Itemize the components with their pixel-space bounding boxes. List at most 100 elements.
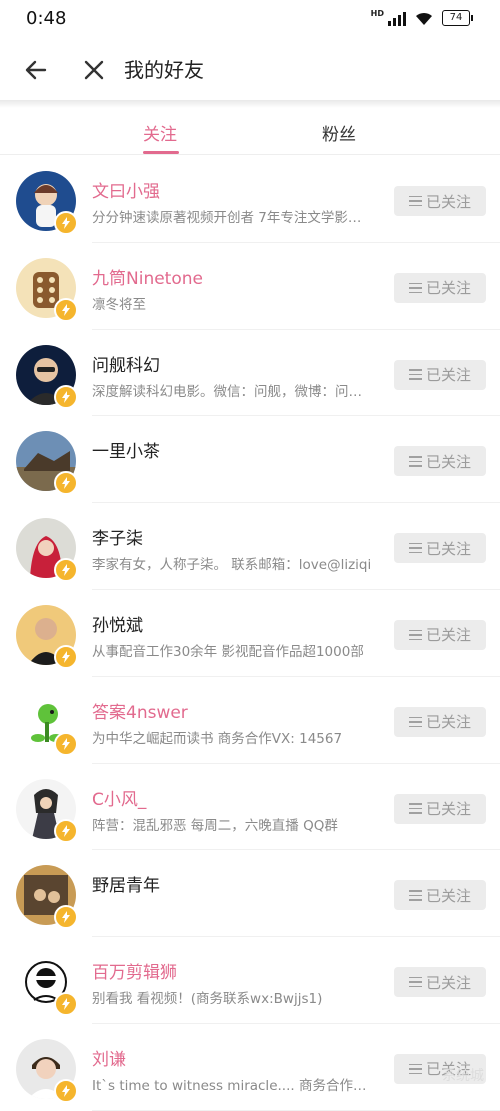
user-name[interactable]: 野居青年 bbox=[92, 871, 160, 896]
user-description: 李家有女，人称子柒。 联系邮箱：love@liziqi bbox=[92, 557, 372, 574]
page-title: 我的好友 bbox=[124, 58, 204, 82]
followed-button[interactable]: 已关注 bbox=[394, 706, 486, 737]
followed-button-label: 已关注 bbox=[425, 279, 471, 298]
close-button[interactable] bbox=[80, 54, 108, 86]
user-name[interactable]: 文曰小强 bbox=[92, 177, 160, 202]
menu-icon bbox=[408, 629, 422, 641]
user-row[interactable]: 文曰小强分分钟速读原著视频开创者 7年专注文学影视解读 已关注 bbox=[0, 156, 500, 243]
menu-icon bbox=[408, 369, 422, 380]
lightning-icon bbox=[62, 477, 70, 490]
status-bar: 0:48 HD 74 bbox=[0, 0, 500, 38]
user-row[interactable]: 李子柒李家有女，人称子柒。 联系邮箱：love@liziqi 已关注 bbox=[0, 503, 500, 590]
tab-bar: 关注 粉丝 bbox=[0, 108, 500, 154]
menu-icon bbox=[408, 716, 422, 728]
user-row[interactable]: 孙悦斌从事配音工作30余年 影视配音作品超1000部 已关注 bbox=[0, 590, 500, 677]
back-button[interactable] bbox=[20, 54, 52, 86]
user-name[interactable]: 九筒Ninetone bbox=[92, 264, 203, 289]
status-time: 0:48 bbox=[26, 8, 67, 29]
followed-button[interactable]: 已关注 bbox=[394, 967, 486, 998]
avatar[interactable] bbox=[16, 1038, 78, 1103]
avatar[interactable] bbox=[16, 691, 78, 756]
menu-icon bbox=[408, 456, 422, 467]
followed-button[interactable]: 已关注 bbox=[394, 359, 486, 390]
lightning-icon bbox=[62, 911, 70, 924]
user-row[interactable]: C小风_ 阵营：混乱邪恶 每周二，六晚直播 QQ群 已关注 bbox=[0, 764, 500, 851]
avatar[interactable] bbox=[16, 171, 78, 235]
avatar[interactable] bbox=[16, 257, 78, 322]
verified-badge bbox=[54, 731, 78, 756]
status-icons: HD 74 bbox=[370, 9, 473, 26]
followed-button[interactable]: 已关注 bbox=[394, 619, 486, 650]
user-row[interactable]: 一里小茶已关注 bbox=[0, 416, 500, 504]
followed-button[interactable]: 已关注 bbox=[394, 533, 486, 564]
avatar[interactable] bbox=[16, 865, 78, 930]
followed-button-label: 已关注 bbox=[425, 626, 471, 645]
avatar[interactable] bbox=[16, 518, 78, 583]
user-row[interactable]: 刘谦 It`s time to witness miracle.... 商务合作请… bbox=[0, 1024, 500, 1111]
user-description: 凛冬将至 bbox=[92, 296, 146, 313]
user-description: 从事配音工作30余年 影视配音作品超1000部 bbox=[92, 643, 364, 660]
user-name[interactable]: 李子柒 bbox=[92, 524, 143, 549]
avatar[interactable] bbox=[16, 344, 78, 409]
user-description: 别看我 看视频！(商务联系wx:Bwjjs1) bbox=[92, 991, 323, 1008]
followed-button-label: 已关注 bbox=[425, 452, 471, 471]
user-name[interactable]: 刘谦 bbox=[92, 1045, 126, 1070]
back-arrow-icon bbox=[25, 60, 47, 80]
wifi-icon bbox=[416, 12, 432, 25]
verified-badge bbox=[54, 1078, 78, 1103]
user-name[interactable]: 百万剪辑狮 bbox=[92, 958, 177, 983]
tab-fans[interactable]: 粉丝 bbox=[322, 120, 356, 145]
avatar[interactable] bbox=[16, 431, 78, 496]
user-row[interactable]: 百万剪辑狮别看我 看视频！(商务联系wx:Bwjjs1) 已关注 bbox=[0, 937, 500, 1024]
followed-button-label: 已关注 bbox=[425, 800, 471, 819]
close-icon bbox=[84, 60, 104, 80]
verified-badge bbox=[54, 644, 78, 669]
followed-button[interactable]: 已关注 bbox=[394, 272, 486, 303]
verified-badge bbox=[54, 558, 78, 583]
lightning-icon bbox=[62, 650, 70, 663]
tab-following[interactable]: 关注 bbox=[143, 120, 177, 145]
user-row[interactable]: 野居青年已关注 bbox=[0, 850, 500, 938]
menu-icon bbox=[408, 803, 422, 814]
user-name[interactable]: 问舰科幻 bbox=[92, 351, 160, 376]
followed-button[interactable]: 已关注 bbox=[394, 186, 486, 216]
user-row[interactable]: 答案4nswer 为中华之崛起而读书 商务合作VX: 14567 已关注 bbox=[0, 677, 500, 764]
avatar[interactable] bbox=[16, 778, 78, 843]
followed-button-label: 已关注 bbox=[425, 886, 471, 905]
tabs-divider bbox=[0, 154, 500, 155]
menu-icon bbox=[408, 890, 422, 901]
lightning-icon bbox=[62, 824, 70, 837]
menu-icon bbox=[408, 195, 422, 207]
followed-button[interactable]: 已关注 bbox=[394, 793, 486, 824]
network-type: HD bbox=[370, 9, 384, 18]
avatar[interactable] bbox=[16, 604, 78, 669]
verified-badge bbox=[54, 297, 78, 322]
verified-badge bbox=[54, 905, 78, 930]
lightning-icon bbox=[62, 998, 70, 1011]
followed-button[interactable]: 已关注 bbox=[394, 446, 486, 477]
user-row[interactable]: 九筒Ninetone 凛冬将至 已关注 bbox=[0, 243, 500, 330]
user-description: 阵营：混乱邪恶 每周二，六晚直播 QQ群 bbox=[92, 817, 338, 834]
verified-badge bbox=[54, 211, 78, 235]
signal-icon bbox=[388, 10, 406, 26]
user-name[interactable]: 孙悦斌 bbox=[92, 611, 143, 636]
user-description: 深度解读科幻电影。微信：问舰，微博：问舰科幻 bbox=[92, 383, 372, 400]
followed-button-label: 已关注 bbox=[425, 192, 471, 211]
user-name[interactable]: 答案4nswer bbox=[92, 698, 188, 723]
user-description: 分分钟速读原著视频开创者 7年专注文学影视解读 bbox=[92, 210, 372, 226]
user-row[interactable]: 问舰科幻深度解读科幻电影。微信：问舰，微博：问舰科幻 已关注 bbox=[0, 330, 500, 417]
avatar[interactable] bbox=[16, 952, 78, 1017]
lightning-icon bbox=[62, 303, 70, 316]
header-divider bbox=[0, 100, 500, 108]
user-description: It`s time to witness miracle.... 商务合作请联系 bbox=[92, 1077, 372, 1094]
followed-button[interactable]: 已关注 bbox=[394, 880, 486, 911]
user-name[interactable]: C小风_ bbox=[92, 785, 146, 810]
user-name[interactable]: 一里小茶 bbox=[92, 437, 160, 462]
lightning-icon bbox=[62, 217, 70, 229]
followed-button-label: 已关注 bbox=[425, 973, 471, 992]
verified-badge bbox=[54, 471, 78, 496]
verified-badge bbox=[54, 992, 78, 1017]
followed-button-label: 已关注 bbox=[425, 713, 471, 732]
menu-icon bbox=[408, 542, 422, 554]
lightning-icon bbox=[62, 737, 70, 750]
